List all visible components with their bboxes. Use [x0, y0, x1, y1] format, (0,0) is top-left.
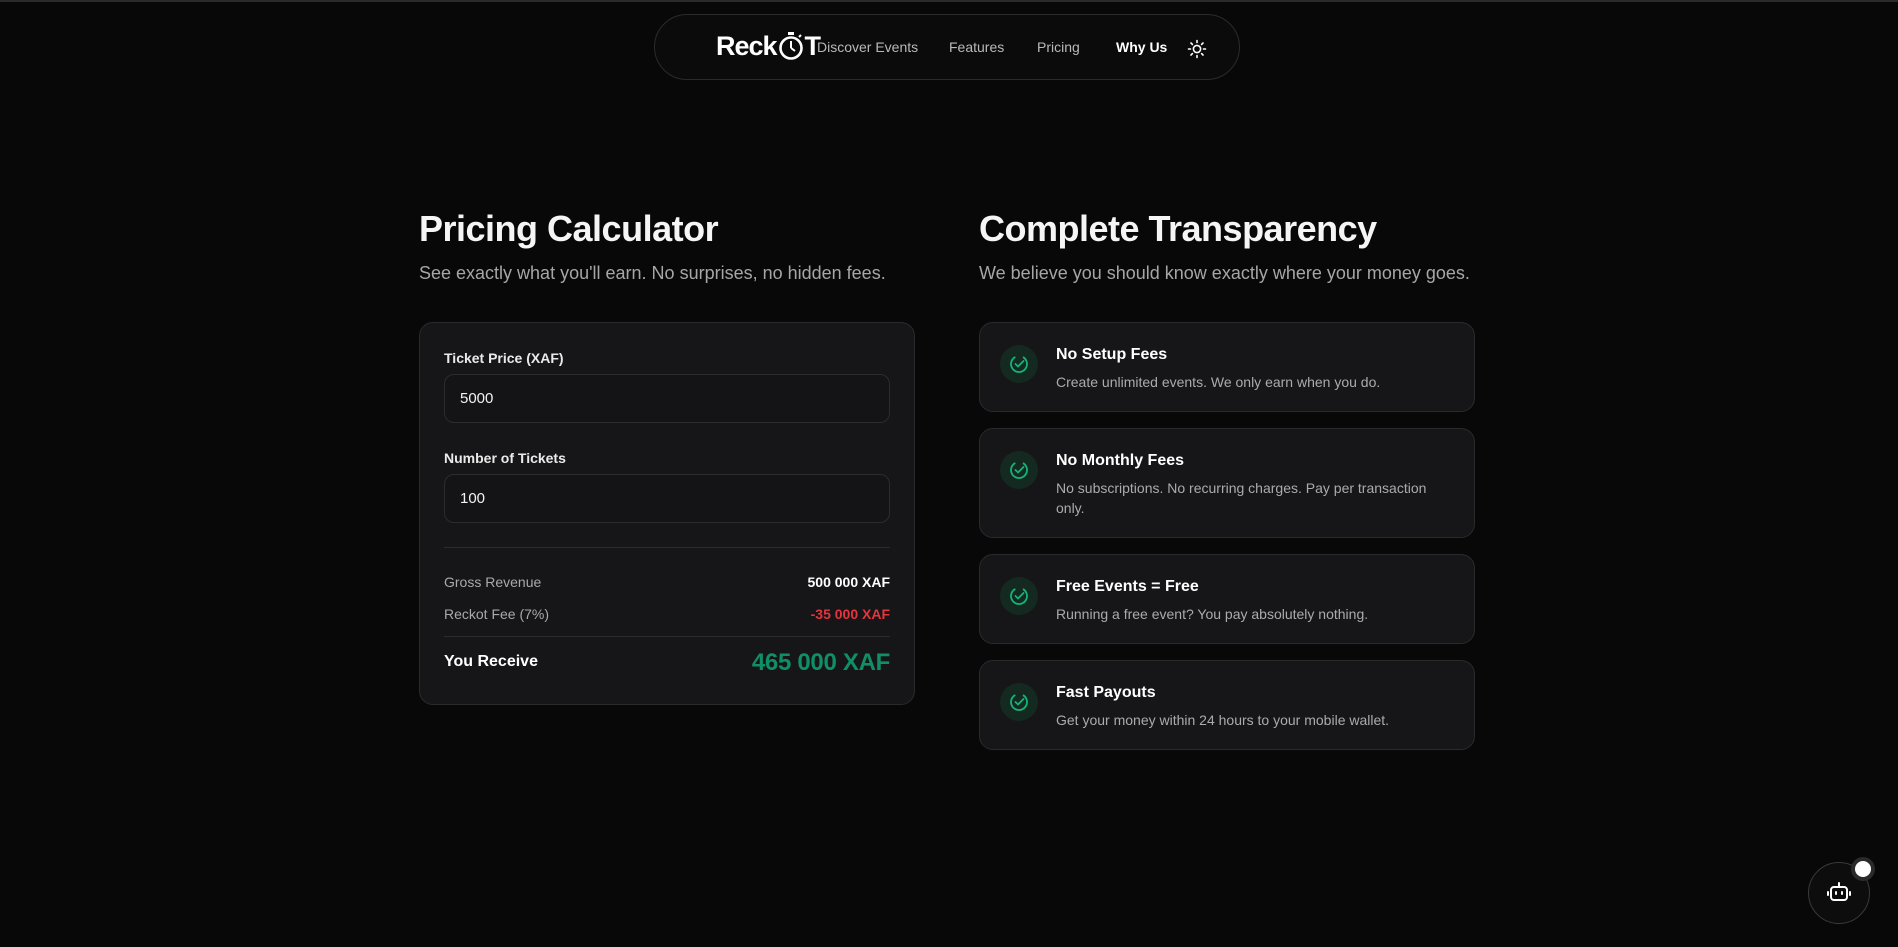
- nav-link-features[interactable]: Features: [949, 39, 1004, 55]
- transparency-section: Complete Transparency We believe you sho…: [979, 207, 1475, 285]
- calculator-total-divider: [444, 636, 890, 637]
- feature-title: Fast Payouts: [1056, 684, 1156, 701]
- bot-icon: [1827, 882, 1851, 901]
- check-circle-icon: [1000, 683, 1038, 721]
- transparency-subtitle: We believe you should know exactly where…: [979, 263, 1470, 283]
- nav-link-discover-events[interactable]: Discover Events: [817, 39, 918, 55]
- reckot-logo[interactable]: Reck T: [716, 30, 821, 62]
- feature-title: Free Events = Free: [1056, 578, 1199, 595]
- assistant-status-indicator: [1851, 857, 1875, 881]
- reckot-fee-value: -35 000 XAF: [810, 606, 890, 622]
- check-circle-icon: [1000, 451, 1038, 489]
- feature-description: Get your money within 24 hours to your m…: [1056, 712, 1390, 728]
- feature-description: No subscriptions. No recurring charges. …: [1056, 480, 1427, 516]
- reckot-fee-label: Reckot Fee (7%): [444, 606, 550, 622]
- gross-revenue-value: 500 000 XAF: [807, 574, 891, 590]
- number-of-tickets-label: Number of Tickets: [444, 450, 566, 466]
- window-top-border: [0, 0, 1898, 2]
- ticket-price-input[interactable]: [444, 374, 890, 423]
- stopwatch-icon: [778, 32, 803, 60]
- nav-link-why-us[interactable]: Why Us: [1116, 39, 1167, 55]
- feature-card-fast-payouts: Fast Payouts Get your money within 24 ho…: [979, 660, 1475, 750]
- logo-text-prefix: Reck: [716, 30, 778, 61]
- check-circle-icon: [1000, 577, 1038, 615]
- you-receive-label: You Receive: [444, 653, 538, 670]
- pricing-calculator-title: Pricing Calculator: [419, 208, 719, 249]
- number-of-tickets-input[interactable]: [444, 474, 890, 523]
- ticket-price-label: Ticket Price (XAF): [444, 350, 564, 366]
- feature-title: No Monthly Fees: [1056, 452, 1185, 469]
- navbar: Reck T Discover Events Features Pricing …: [654, 14, 1240, 80]
- feature-card-no-setup-fees: No Setup Fees Create unlimited events. W…: [979, 322, 1475, 412]
- feature-card-no-monthly-fees: No Monthly Fees No subscriptions. No rec…: [979, 428, 1475, 538]
- feature-description: Running a free event? You pay absolutely…: [1056, 606, 1369, 622]
- pricing-calculator-section: Pricing Calculator See exactly what you'…: [419, 207, 915, 285]
- nav-link-pricing[interactable]: Pricing: [1037, 39, 1080, 55]
- pricing-calculator-card: Ticket Price (XAF) Number of Tickets Gro…: [419, 322, 915, 705]
- transparency-title: Complete Transparency: [979, 208, 1377, 249]
- calculator-divider: [444, 547, 890, 548]
- pricing-calculator-subtitle: See exactly what you'll earn. No surpris…: [419, 263, 886, 283]
- feature-card-free-events: Free Events = Free Running a free event?…: [979, 554, 1475, 644]
- feature-title: No Setup Fees: [1056, 346, 1168, 363]
- check-circle-icon: [1000, 345, 1038, 383]
- sun-icon[interactable]: [1187, 39, 1207, 59]
- gross-revenue-label: Gross Revenue: [444, 574, 542, 590]
- feature-description: Create unlimited events. We only earn wh…: [1056, 374, 1381, 390]
- you-receive-value: 465 000 XAF: [751, 649, 890, 676]
